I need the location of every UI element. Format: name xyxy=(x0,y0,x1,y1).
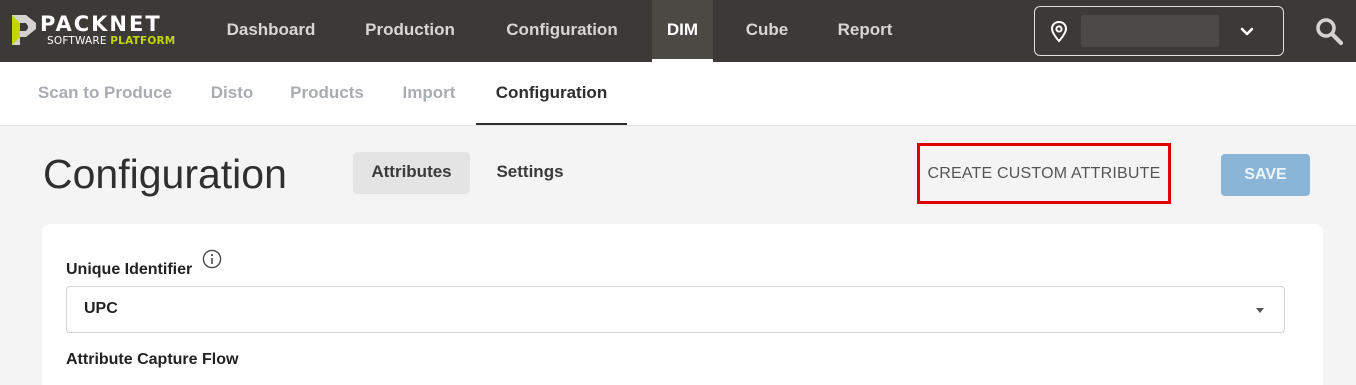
sub-nav-bar: Scan to Produce Disto Products Import Co… xyxy=(0,62,1356,126)
unique-identifier-value: UPC xyxy=(84,300,118,317)
unique-identifier-select[interactable]: UPC xyxy=(66,286,1285,333)
nav-cube[interactable]: Cube xyxy=(730,0,804,62)
subnav-products[interactable]: Products xyxy=(276,62,378,125)
unique-identifier-label: Unique Identifier xyxy=(66,261,193,278)
tab-attributes[interactable]: Attributes xyxy=(353,152,470,194)
site-selector[interactable] xyxy=(1034,6,1284,56)
logo-subtitle-highlight: PLATFORM xyxy=(110,35,176,47)
nav-report[interactable]: Report xyxy=(822,0,908,62)
top-nav-bar: PACKNET SOFTWARE PLATFORM Dashboard Prod… xyxy=(0,0,1356,62)
nav-dim[interactable]: DIM xyxy=(652,0,713,62)
logo-subtitle: SOFTWARE PLATFORM xyxy=(47,35,175,47)
chevron-down-icon xyxy=(1240,27,1254,36)
packnet-logo-icon xyxy=(12,15,36,45)
nav-production[interactable]: Production xyxy=(346,0,474,62)
site-selector-value xyxy=(1081,15,1219,47)
info-icon[interactable] xyxy=(202,249,222,269)
page-title: Configuration xyxy=(43,151,287,197)
attribute-capture-flow-label: Attribute Capture Flow xyxy=(66,351,239,368)
logo-name: PACKNET xyxy=(40,12,162,36)
map-pin-icon xyxy=(1050,21,1068,43)
nav-dashboard[interactable]: Dashboard xyxy=(208,0,334,62)
save-button[interactable]: SAVE xyxy=(1221,154,1310,196)
subnav-scan-to-produce[interactable]: Scan to Produce xyxy=(20,62,190,125)
subnav-disto[interactable]: Disto xyxy=(196,62,268,125)
tab-settings[interactable]: Settings xyxy=(478,152,582,194)
dropdown-arrow-icon xyxy=(1256,308,1264,313)
create-custom-attribute-button[interactable]: CREATE CUSTOM ATTRIBUTE xyxy=(917,143,1171,204)
logo-subtitle-prefix: SOFTWARE xyxy=(47,35,107,47)
search-icon[interactable] xyxy=(1314,16,1344,46)
subnav-import[interactable]: Import xyxy=(388,62,470,125)
subnav-configuration[interactable]: Configuration xyxy=(476,62,627,125)
nav-configuration[interactable]: Configuration xyxy=(488,0,636,62)
packnet-logo[interactable]: PACKNET SOFTWARE PLATFORM xyxy=(12,13,192,49)
